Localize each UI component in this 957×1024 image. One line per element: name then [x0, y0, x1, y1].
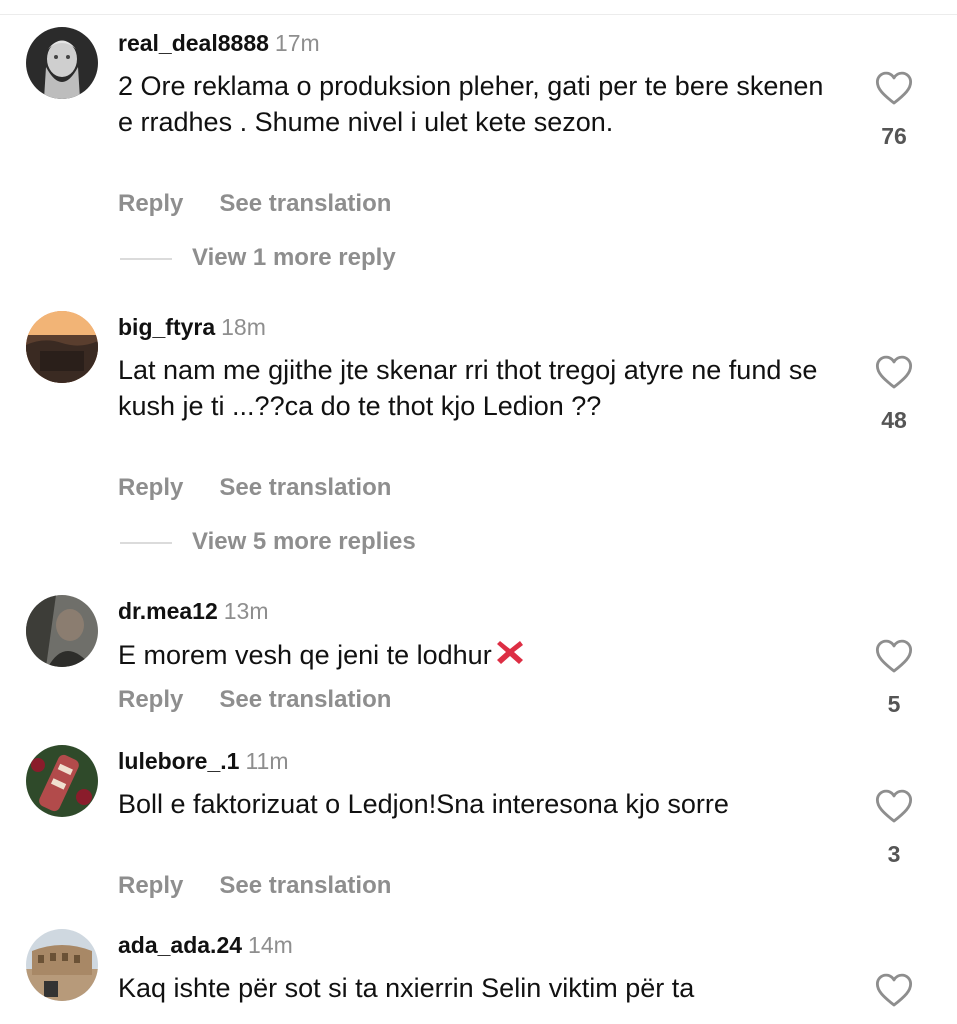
- reply-button[interactable]: Reply: [118, 190, 183, 217]
- comment-time: 11m: [245, 748, 289, 774]
- comment-text: Lat nam me gjithe jte skenar rri thot tr…: [118, 355, 818, 421]
- comment-username[interactable]: big_ftyra: [118, 314, 215, 340]
- comment-time: 18m: [221, 314, 266, 340]
- heart-outline-icon[interactable]: [870, 70, 918, 106]
- comment-username[interactable]: real_deal8888: [118, 30, 269, 56]
- see-translation-button[interactable]: See translation: [219, 190, 391, 217]
- view-more-replies-label: View 5 more replies: [192, 528, 416, 555]
- heart-outline-icon[interactable]: [870, 638, 918, 674]
- heart-outline-icon[interactable]: [870, 788, 918, 824]
- cross-mark-emoji: [496, 641, 523, 664]
- comment-text: 2 Ore reklama o produksion pleher, gati …: [118, 71, 824, 137]
- reply-button[interactable]: Reply: [118, 474, 183, 501]
- comment-username[interactable]: dr.mea12: [118, 598, 218, 624]
- avatar[interactable]: [26, 745, 98, 817]
- comment-text: Boll e faktorizuat o Ledjon!Sna intereso…: [118, 789, 729, 819]
- view-more-replies-label: View 1 more reply: [192, 244, 396, 271]
- like-count: 3: [887, 841, 901, 867]
- like-count: 76: [881, 123, 907, 149]
- comment-username[interactable]: lulebore_.1: [118, 748, 239, 774]
- thread-line: [120, 257, 172, 260]
- see-translation-button[interactable]: See translation: [219, 474, 391, 501]
- heart-outline-icon[interactable]: [870, 354, 918, 390]
- like-count: 5: [887, 691, 901, 717]
- comment-time: 17m: [274, 30, 320, 56]
- like-count: 48: [881, 407, 907, 433]
- comment-time: 13m: [223, 598, 269, 624]
- comment-username[interactable]: ada_ada.24: [118, 932, 242, 958]
- comment-text-body: E morem vesh qe jeni te lodhur: [118, 640, 492, 670]
- avatar[interactable]: [26, 311, 98, 383]
- see-translation-button[interactable]: See translation: [219, 872, 391, 899]
- comment-text: Kaq ishte për sot si ta nxierrin Selin v…: [118, 973, 695, 1003]
- avatar[interactable]: [26, 929, 98, 1001]
- heart-outline-icon[interactable]: [870, 972, 918, 1008]
- comment-time: 14m: [248, 932, 293, 958]
- avatar[interactable]: [26, 595, 98, 667]
- avatar[interactable]: [26, 27, 98, 99]
- top-divider: [0, 14, 957, 15]
- view-more-replies-button[interactable]: View 1 more reply: [120, 243, 396, 273]
- see-translation-button[interactable]: See translation: [219, 686, 391, 713]
- reply-button[interactable]: Reply: [118, 686, 183, 713]
- comment-text: E morem vesh qe jeni te lodhur: [118, 636, 838, 673]
- reply-button[interactable]: Reply: [118, 872, 183, 899]
- thread-line: [120, 541, 172, 544]
- view-more-replies-button[interactable]: View 5 more replies: [120, 527, 416, 557]
